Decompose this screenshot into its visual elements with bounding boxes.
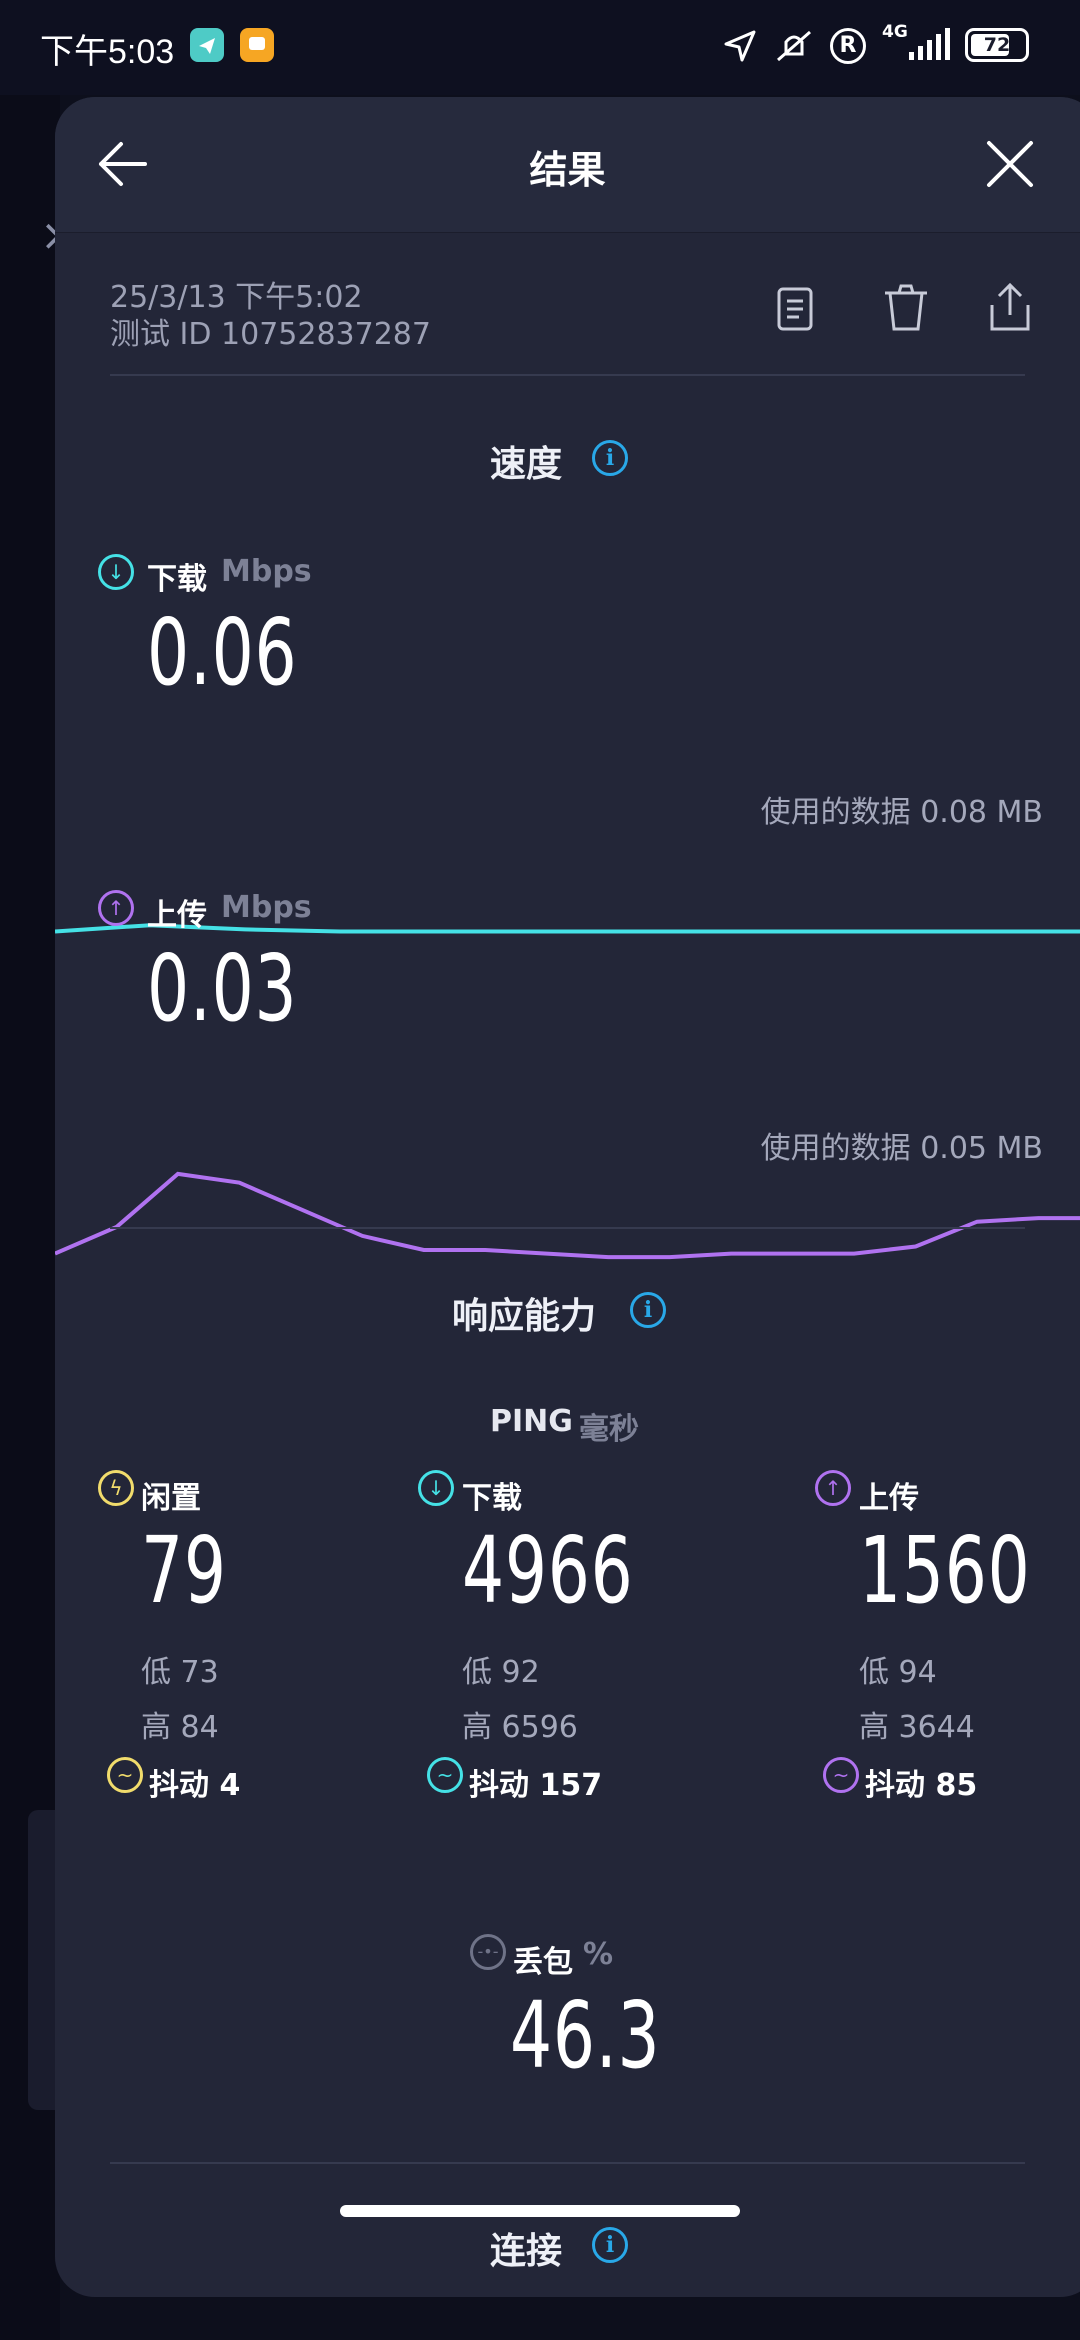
idle-high: 高 84: [141, 1710, 219, 1745]
download-trace: [55, 923, 1080, 934]
ping-upload-icon: ↑: [815, 1470, 851, 1506]
ring-icon: R: [830, 28, 866, 64]
download-ping-high: 高 6596: [462, 1710, 578, 1745]
packet-loss-icon: -•-: [470, 1934, 506, 1970]
ping-unit: 毫秒: [579, 1412, 639, 1447]
mute-icon: [777, 30, 811, 62]
close-icon[interactable]: [985, 139, 1035, 189]
message-notification-icon: [240, 28, 274, 62]
upload-unit: Mbps: [221, 890, 312, 925]
ping-heading: PING: [490, 1404, 573, 1439]
signal-icon: [909, 28, 950, 60]
idle-jitter: 抖动 4: [149, 1768, 241, 1803]
packet-loss-unit: %: [583, 1937, 614, 1972]
divider: [110, 1227, 1025, 1229]
home-indicator[interactable]: [340, 2205, 740, 2217]
speed-info-icon[interactable]: i: [592, 440, 628, 476]
upload-jitter: 抖动 85: [865, 1768, 978, 1803]
upload-ping-low: 低 94: [859, 1655, 937, 1690]
battery-level: 72: [983, 34, 1011, 56]
packet-loss-label: 丢包: [513, 1945, 573, 1980]
upload-trace: [55, 1171, 1080, 1260]
ping-download-label: 下载: [462, 1481, 522, 1516]
ping-upload-label: 上传: [859, 1481, 919, 1516]
telegram-notification-icon: [190, 28, 224, 62]
download-icon: ↓: [98, 554, 134, 590]
trash-icon[interactable]: [883, 283, 929, 333]
jitter-icon: ~: [427, 1757, 463, 1793]
results-sheet: 结果 25/3/13 下午5:02 测试 ID 10752837287 速度 i…: [55, 97, 1080, 2297]
idle-icon: ϟ: [98, 1470, 134, 1506]
packet-loss-value: 46.3: [510, 1982, 661, 2089]
divider: [110, 2162, 1025, 2164]
upload-ping-value: 1560: [859, 1517, 1031, 1624]
page-title: 结果: [529, 148, 606, 192]
divider: [110, 374, 1025, 376]
upload-speed-value: 0.03: [147, 935, 298, 1042]
location-icon: [724, 30, 756, 62]
download-jitter: 抖动 157: [469, 1768, 603, 1803]
download-speed-value: 0.06: [147, 599, 298, 706]
speed-title: 速度: [490, 444, 563, 485]
status-time: 下午5:03: [40, 33, 175, 71]
download-data-used: 使用的数据 0.08 MB: [760, 795, 1043, 830]
idle-low: 低 73: [141, 1655, 219, 1690]
download-unit: Mbps: [221, 554, 312, 589]
test-id: 测试 ID 10752837287: [110, 317, 431, 352]
connection-title: 连接: [490, 2231, 563, 2272]
responsiveness-info-icon[interactable]: i: [630, 1292, 666, 1328]
battery-icon: 72: [965, 28, 1029, 62]
connection-info-icon[interactable]: i: [592, 2227, 628, 2263]
upload-ping-high: 高 3644: [859, 1710, 975, 1745]
upload-label: 上传: [147, 898, 207, 933]
responsiveness-title: 响应能力: [452, 1296, 597, 1337]
jitter-icon: ~: [823, 1757, 859, 1793]
upload-icon: ↑: [98, 890, 134, 926]
idle-label: 闲置: [141, 1481, 201, 1516]
download-label: 下载: [147, 562, 207, 597]
download-ping-value: 4966: [462, 1517, 634, 1624]
document-icon[interactable]: [775, 285, 815, 333]
jitter-icon: ~: [107, 1757, 143, 1793]
download-ping-low: 低 92: [462, 1655, 540, 1690]
network-type: 4G: [882, 22, 908, 42]
status-bar: 下午5:03 R 4G 72: [0, 0, 1080, 95]
sheet-header: 结果: [55, 97, 1080, 233]
ping-download-icon: ↓: [418, 1470, 454, 1506]
idle-ping-value: 79: [141, 1517, 227, 1624]
share-icon[interactable]: [987, 281, 1033, 333]
